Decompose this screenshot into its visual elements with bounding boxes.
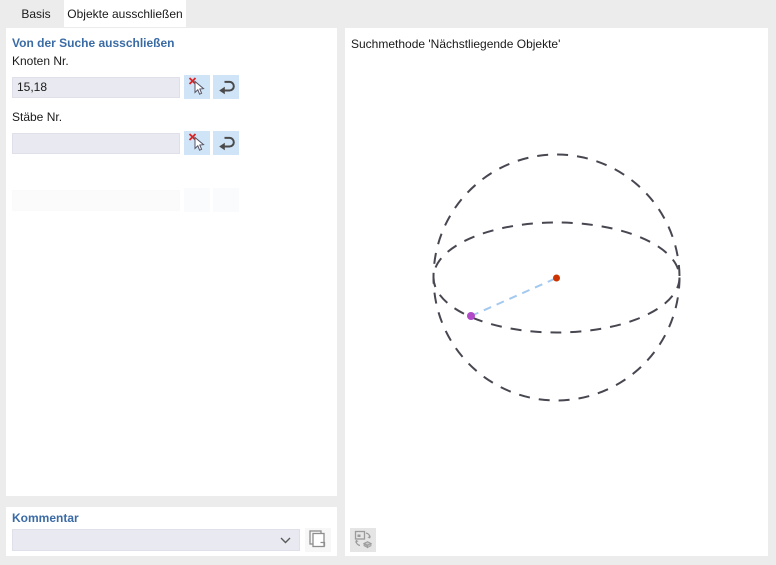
pick-cursor-with-red-x-icon — [187, 76, 207, 99]
tab-objekte-label: Objekte ausschließen — [67, 6, 183, 21]
apply-graphic-button — [350, 528, 376, 552]
comment-row — [12, 528, 331, 552]
u-turn-left-arrow-icon — [216, 132, 236, 155]
chevron-down-icon — [280, 533, 291, 547]
tab-basis[interactable]: Basis — [8, 0, 64, 27]
exclude-from-search-panel: Von der Suche ausschließen Knoten Nr. St… — [6, 28, 337, 496]
staebe-nr-row — [12, 131, 239, 155]
staebe-undo-button[interactable] — [213, 131, 239, 155]
search-radius-dashed-line — [470, 277, 557, 317]
u-turn-left-arrow-icon — [216, 76, 236, 99]
refresh-graphic-icon — [353, 529, 373, 552]
search-method-preview-panel: Suchmethode 'Nächstliegende Objekte' — [345, 28, 768, 556]
knoten-undo-button[interactable] — [213, 75, 239, 99]
comment-copy-button[interactable] — [305, 528, 331, 552]
knoten-nr-row — [12, 75, 239, 99]
staebe-pick-button[interactable] — [184, 131, 210, 155]
knoten-nr-label: Knoten Nr. — [12, 54, 69, 68]
disabled-pick-button — [184, 188, 210, 212]
tab-objekte-ausschliessen[interactable]: Objekte ausschließen — [64, 0, 186, 27]
knoten-pick-button[interactable] — [184, 75, 210, 99]
pick-cursor-with-red-x-icon — [187, 132, 207, 155]
section-title-exclude: Von der Suche ausschließen — [12, 36, 175, 50]
stacked-sheets-icon — [308, 529, 328, 552]
center-node-dot — [553, 274, 560, 282]
tab-bar: Basis Objekte ausschließen — [0, 0, 776, 27]
nearest-object-dot — [467, 312, 475, 320]
disabled-row-input — [12, 189, 180, 211]
staebe-nr-input[interactable] — [12, 132, 180, 154]
disabled-undo-button — [213, 188, 239, 212]
knoten-nr-input[interactable] — [12, 76, 180, 98]
comment-title: Kommentar — [12, 511, 79, 525]
comment-combobox[interactable] — [12, 529, 300, 551]
search-sphere-diagram — [432, 153, 681, 402]
staebe-nr-label: Stäbe Nr. — [12, 110, 63, 124]
comment-panel: Kommentar — [6, 507, 337, 556]
tab-basis-label: Basis — [21, 6, 51, 21]
